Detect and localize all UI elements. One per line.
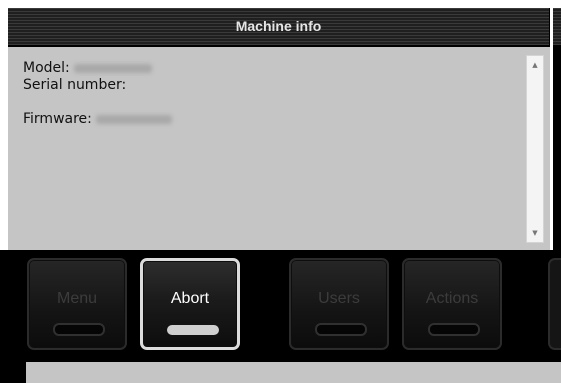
title-bar: Machine info (8, 8, 549, 47)
model-label: Model: (23, 60, 70, 76)
bottom-status-panel (26, 362, 561, 383)
actions-button[interactable]: Actions (402, 258, 502, 350)
serial-label: Serial number: (23, 77, 127, 93)
firmware-value-redacted (95, 114, 172, 124)
users-button-indicator (315, 323, 367, 336)
vertical-scrollbar[interactable]: ▲ ▼ (526, 55, 544, 243)
serial-row: Serial number: (23, 77, 172, 94)
top-border (0, 0, 561, 8)
users-button-label: Users (318, 290, 360, 307)
abort-button[interactable]: Abort (140, 258, 240, 350)
left-border (0, 0, 8, 250)
firmware-label: Firmware: (23, 111, 92, 127)
menu-button-indicator (53, 323, 105, 336)
machine-info-text: Model: Serial number: Firmware: (23, 60, 172, 128)
users-button[interactable]: Users (289, 258, 389, 350)
actions-button-indicator (428, 323, 480, 336)
menu-button[interactable]: Menu (27, 258, 127, 350)
abort-button-indicator (167, 325, 219, 335)
actions-button-label: Actions (425, 290, 479, 307)
page-title: Machine info (235, 18, 322, 34)
abort-button-label: Abort (170, 290, 210, 307)
scroll-up-arrow-icon[interactable]: ▲ (527, 58, 543, 72)
machine-info-panel: Model: Serial number: Firmware: ▲ ▼ (8, 47, 550, 250)
model-value-redacted (73, 63, 152, 73)
menu-button-label: Menu (56, 290, 98, 307)
model-row: Model: (23, 60, 172, 77)
title-bar-right-segment (553, 8, 561, 45)
scroll-down-arrow-icon[interactable]: ▼ (527, 226, 543, 240)
firmware-row: Firmware: (23, 111, 172, 128)
next-button-partial[interactable] (548, 258, 561, 350)
